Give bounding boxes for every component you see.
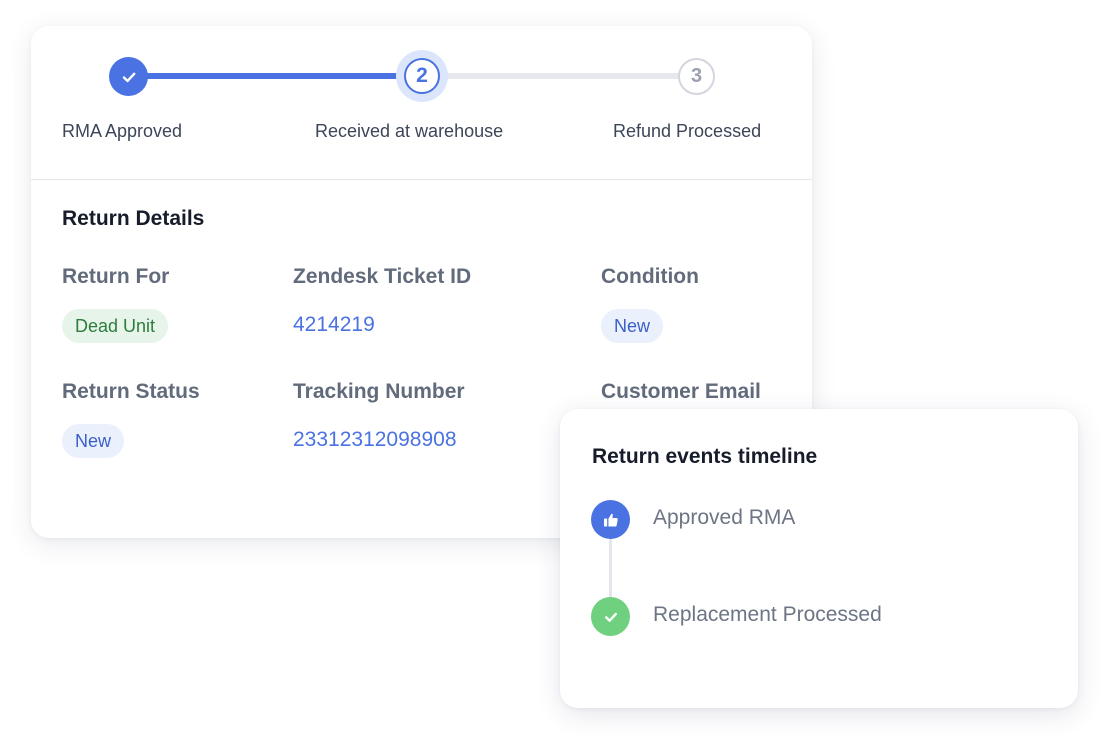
return-progress-stepper: 2 3 RMA Approved Received at warehouse R… xyxy=(31,26,812,180)
step-2-indicator[interactable]: 2 xyxy=(404,58,440,94)
condition-label: Condition xyxy=(601,265,699,288)
step-label-refund-processed: Refund Processed xyxy=(613,121,762,141)
check-icon xyxy=(604,612,617,622)
timeline-connector xyxy=(609,537,612,599)
timeline-event-replacement-processed: Replacement Processed xyxy=(653,603,882,626)
section-divider xyxy=(31,179,812,180)
timeline-title: Return events timeline xyxy=(592,445,818,468)
return-page: 2 3 RMA Approved Received at warehouse R… xyxy=(0,0,1110,744)
timeline-event-approved-icon xyxy=(591,500,630,539)
timeline-event-replacement-icon xyxy=(591,597,630,636)
check-icon xyxy=(122,72,135,82)
customer-email-label: Customer Email xyxy=(601,380,761,403)
thumbs-up-icon xyxy=(603,513,618,526)
return-events-timeline-card: Return events timeline Approved RMA Repl… xyxy=(560,409,1078,708)
return-for-label: Return For xyxy=(62,265,170,288)
progress-track-completed xyxy=(129,73,422,79)
condition-badge: New xyxy=(601,309,664,343)
zendesk-ticket-id-label: Zendesk Ticket ID xyxy=(293,265,472,288)
return-status-label: Return Status xyxy=(62,380,200,403)
step-1-check-icon[interactable] xyxy=(109,57,148,96)
step-3-indicator[interactable]: 3 xyxy=(678,58,715,95)
zendesk-ticket-id-link[interactable]: 4214219 xyxy=(293,313,375,337)
tracking-number-link[interactable]: 23312312098908 xyxy=(293,428,457,452)
tracking-number-label: Tracking Number xyxy=(293,380,465,403)
return-details-title: Return Details xyxy=(62,207,205,230)
return-for-badge: Dead Unit xyxy=(62,309,169,343)
timeline-event-approved-rma: Approved RMA xyxy=(653,506,796,529)
step-label-rma-approved: RMA Approved xyxy=(62,121,183,141)
step-label-received-at-warehouse: Received at warehouse xyxy=(315,121,504,141)
return-status-badge: New xyxy=(62,424,125,458)
progress-track-pending xyxy=(441,73,701,79)
